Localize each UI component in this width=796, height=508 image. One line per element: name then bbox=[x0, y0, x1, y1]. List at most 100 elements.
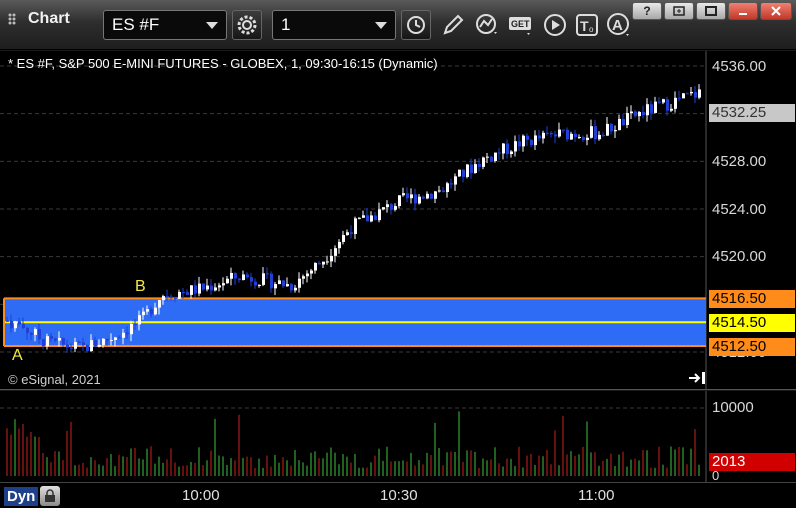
zone-mid-tag: 4514.50 bbox=[709, 314, 795, 332]
candle-body bbox=[210, 285, 213, 291]
candle-body bbox=[166, 296, 169, 298]
candle-body bbox=[310, 270, 313, 274]
candle-body bbox=[326, 261, 329, 263]
draw-button[interactable] bbox=[438, 10, 468, 40]
time-label: 10:00 bbox=[182, 487, 220, 504]
restore-icon bbox=[673, 6, 685, 16]
chart-title: * ES #F, S&P 500 E-MINI FUTURES - GLOBEX… bbox=[8, 56, 438, 71]
candle-body bbox=[230, 272, 233, 279]
alert-icon: A bbox=[607, 13, 629, 36]
candle-body bbox=[146, 309, 149, 312]
volume-chart[interactable] bbox=[0, 391, 796, 482]
candle-body bbox=[590, 126, 593, 138]
candle-body bbox=[322, 261, 325, 265]
candle-body bbox=[470, 164, 473, 174]
candle-body bbox=[438, 190, 441, 192]
minimize-button[interactable] bbox=[728, 2, 758, 20]
time-button[interactable] bbox=[401, 10, 431, 40]
price-tick: 4524.00 bbox=[712, 201, 767, 218]
price-pane[interactable]: * ES #F, S&P 500 E-MINI FUTURES - GLOBEX… bbox=[0, 51, 796, 390]
candle-body bbox=[474, 164, 477, 174]
candle-body bbox=[522, 135, 525, 147]
candle-body bbox=[250, 277, 253, 282]
candle-body bbox=[570, 133, 573, 140]
level-label-b: B bbox=[135, 278, 146, 295]
study-button[interactable] bbox=[472, 10, 502, 40]
lock-icon[interactable] bbox=[40, 486, 61, 506]
close-button[interactable] bbox=[760, 2, 792, 20]
candle-body bbox=[98, 344, 101, 347]
candle-body bbox=[510, 151, 513, 155]
alert-button[interactable]: A bbox=[604, 10, 634, 40]
dyn-label: Dyn bbox=[4, 486, 39, 506]
help-button[interactable]: ? bbox=[632, 2, 662, 20]
candle-body bbox=[582, 137, 585, 141]
candle-body bbox=[646, 104, 649, 116]
candle-body bbox=[602, 134, 605, 136]
candle-body bbox=[162, 296, 165, 301]
candle-body bbox=[566, 129, 569, 140]
candle-body bbox=[478, 164, 481, 167]
candle-body bbox=[598, 134, 601, 140]
candle-body bbox=[462, 169, 465, 177]
candle-body bbox=[374, 215, 377, 221]
candle-body bbox=[222, 283, 225, 286]
volume-tick: 10000 bbox=[712, 399, 754, 416]
candle-body bbox=[350, 232, 353, 234]
candle-body bbox=[178, 291, 181, 299]
time-axis[interactable]: Dyn 10:00 10:30 11:00 bbox=[0, 482, 796, 508]
candle-body bbox=[18, 321, 21, 325]
maximize-button[interactable] bbox=[696, 2, 726, 20]
candle-body bbox=[674, 97, 677, 109]
candle-body bbox=[234, 272, 237, 279]
candle-body bbox=[394, 206, 397, 210]
candle-body bbox=[354, 218, 357, 234]
candle-body bbox=[446, 183, 449, 193]
price-tick: 4528.00 bbox=[712, 153, 767, 170]
interval-combo[interactable]: 1 bbox=[272, 10, 396, 40]
window-title: Chart bbox=[28, 10, 70, 27]
candle-body bbox=[382, 207, 385, 210]
get-button[interactable]: GET bbox=[506, 10, 536, 40]
candle-body bbox=[254, 281, 257, 286]
candle-body bbox=[94, 340, 97, 347]
candle-body bbox=[194, 285, 197, 294]
close-icon bbox=[771, 6, 781, 16]
play-button[interactable] bbox=[540, 10, 570, 40]
price-chart[interactable] bbox=[0, 51, 796, 390]
symbol-combo[interactable]: ES #F bbox=[103, 10, 227, 40]
candle-body bbox=[650, 104, 653, 113]
candle-body bbox=[266, 273, 269, 275]
price-tick: 4536.00 bbox=[712, 58, 767, 75]
pencil-icon bbox=[443, 14, 464, 35]
candle-body bbox=[490, 156, 493, 162]
play-icon bbox=[544, 14, 566, 36]
candle-body bbox=[274, 284, 277, 289]
candle-body bbox=[358, 217, 361, 219]
zone-bottom-tag: 4512.50 bbox=[709, 338, 795, 356]
dynamic-button[interactable]: Dyn bbox=[4, 485, 61, 507]
candle-body bbox=[134, 324, 137, 326]
candle-body bbox=[242, 274, 245, 281]
candle-body bbox=[466, 164, 469, 177]
text-tool-button[interactable]: T o bbox=[572, 10, 602, 40]
candle-body bbox=[558, 129, 561, 137]
candle-body bbox=[378, 209, 381, 221]
candle-body bbox=[238, 278, 241, 281]
candle-body bbox=[182, 291, 185, 293]
candle-body bbox=[542, 132, 545, 139]
candle-body bbox=[58, 337, 61, 341]
restore-button[interactable] bbox=[664, 2, 694, 20]
candle-body bbox=[318, 262, 321, 265]
dock-icon[interactable] bbox=[688, 371, 706, 385]
candle-body bbox=[62, 337, 65, 345]
candle-body bbox=[458, 169, 461, 177]
settings-button[interactable] bbox=[232, 10, 262, 40]
volume-pane[interactable]: 10000 0 2013 bbox=[0, 391, 796, 483]
candle-body bbox=[630, 111, 633, 114]
candle-body bbox=[386, 204, 389, 208]
candle-body bbox=[586, 137, 589, 141]
candle-body bbox=[338, 241, 341, 249]
candle-body bbox=[442, 190, 445, 193]
candle-body bbox=[578, 137, 581, 139]
